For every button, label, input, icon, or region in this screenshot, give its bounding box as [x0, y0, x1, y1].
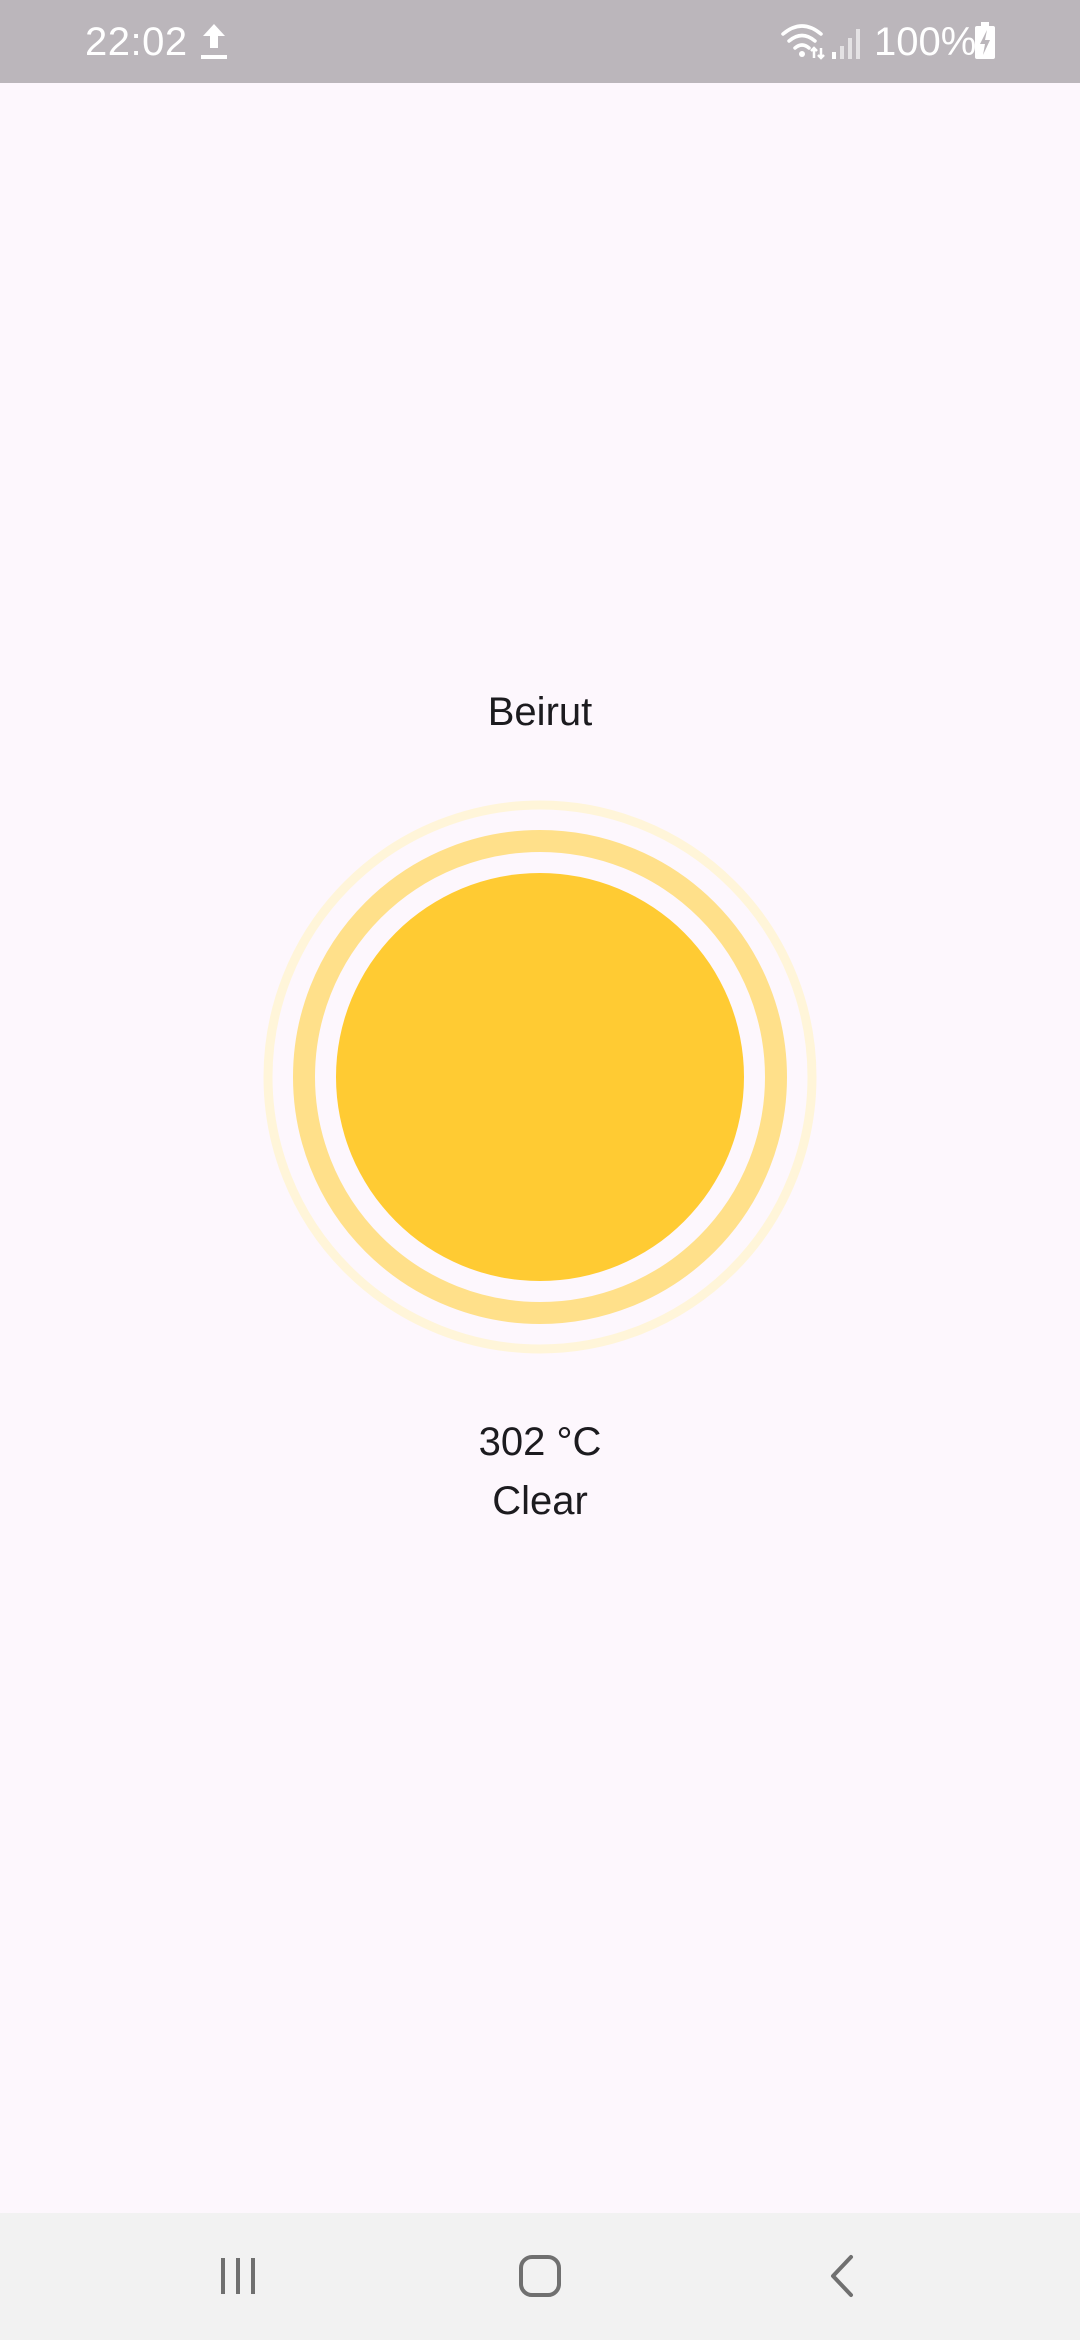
city-name: Beirut	[487, 690, 593, 734]
navigation-bar	[0, 2213, 1080, 2340]
wifi-icon	[781, 24, 825, 60]
back-icon	[831, 2255, 853, 2297]
recent-apps-icon	[221, 2258, 255, 2294]
sun-icon	[263, 800, 817, 1354]
status-bar: 22:02 100%	[0, 0, 1080, 83]
weather-condition: Clear	[492, 1479, 588, 1523]
battery-charging-icon	[975, 22, 995, 59]
signal-icon	[832, 29, 860, 59]
upload-icon	[201, 24, 227, 59]
home-icon	[519, 2255, 561, 2297]
weather-screen: Beirut 302 °C Clear	[0, 83, 1080, 2213]
home-button[interactable]	[485, 2231, 595, 2321]
recent-apps-button[interactable]	[183, 2231, 293, 2321]
back-button[interactable]	[788, 2231, 898, 2321]
temperature: 302 °C	[478, 1420, 602, 1464]
status-time: 22:02	[85, 20, 188, 64]
battery-percentage: 100%	[874, 20, 977, 64]
